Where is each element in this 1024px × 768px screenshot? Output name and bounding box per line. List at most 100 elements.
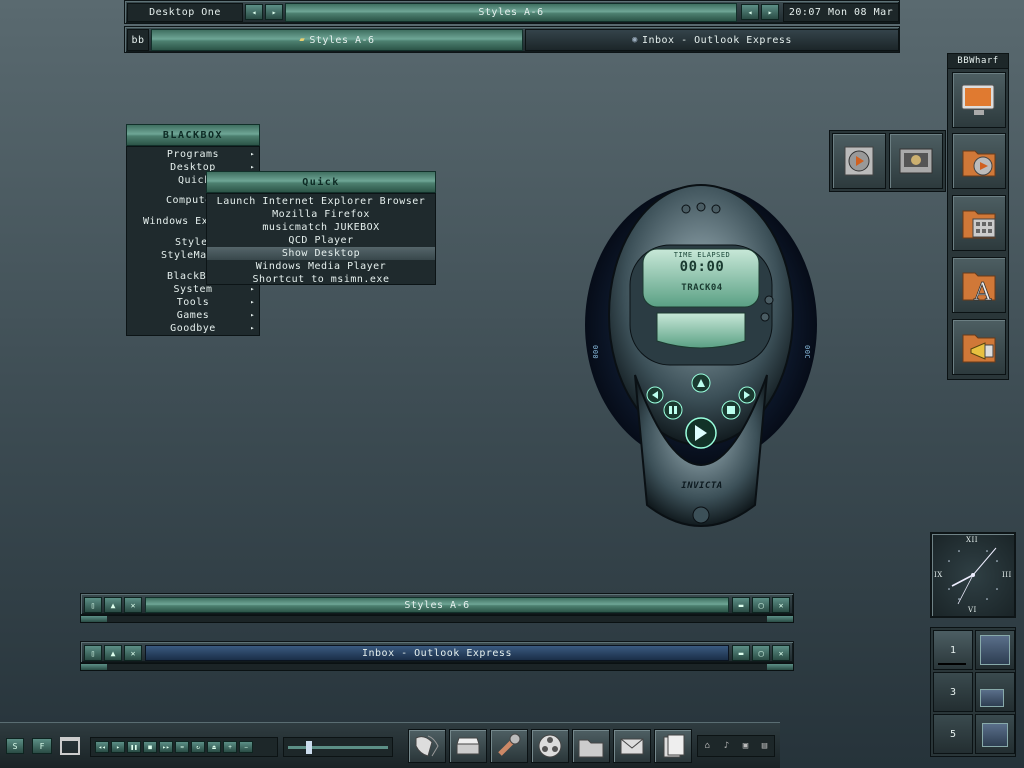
hard-drive-icon (899, 148, 933, 174)
bb-button[interactable]: bb (127, 29, 149, 51)
side-indicator-left: 000 (591, 345, 599, 360)
monitor-icon[interactable]: ▤ (762, 741, 767, 751)
maximize-icon[interactable]: ▢ (752, 597, 770, 613)
pager-window-thumb (938, 663, 966, 665)
display-icon[interactable]: ▣ (743, 741, 748, 751)
pager-desktop-2[interactable] (975, 630, 1015, 670)
shuffle-icon[interactable]: ≈ (175, 741, 189, 753)
resize-grip-right[interactable] (767, 616, 793, 622)
window-outlook: ▯ ▲ ✕ Inbox - Outlook Express ▬ ▢ ✕ (80, 641, 794, 673)
window-titlebar[interactable]: ▯ ▲ ✕ Styles A-6 ▬ ▢ ✕ (80, 593, 794, 615)
submenu-item-msimn[interactable]: Shortcut to msimn.exe (207, 273, 435, 286)
close-x-icon[interactable]: ✕ (124, 645, 142, 661)
window-prev-button[interactable]: ◂ (741, 4, 759, 20)
workspace-prev-button[interactable]: ◂ (245, 4, 263, 20)
wharf-media-button[interactable] (832, 133, 886, 189)
workspace-label[interactable]: Desktop One (127, 3, 243, 22)
outlook-icon: ◉ (632, 35, 638, 45)
close-x-icon[interactable]: ✕ (124, 597, 142, 613)
pager-desktop-3[interactable]: 3 (933, 672, 973, 712)
quicklaunch-media[interactable] (531, 729, 569, 763)
play-icon[interactable]: ▸ (111, 741, 125, 753)
close-icon[interactable]: ✕ (772, 645, 790, 661)
resize-grip-left[interactable] (81, 664, 107, 670)
track-display: TRACK04 (681, 283, 723, 293)
submenu-item-musicmatch[interactable]: musicmatch JUKEBOX (207, 221, 435, 234)
menu-title: BLACKBOX (126, 124, 260, 146)
menu-item-goodbye[interactable]: Goodbye ▸ (127, 322, 259, 335)
submenu-item-show-desktop[interactable]: Show Desktop (207, 247, 435, 260)
wharf-control-panel-button[interactable] (952, 195, 1006, 251)
quicklaunch-tools[interactable] (490, 729, 528, 763)
pager-window-thumb (982, 723, 1008, 747)
pager-desktop-6[interactable] (975, 714, 1015, 754)
shade-icon[interactable]: ▲ (104, 597, 122, 613)
rewind-icon[interactable]: ◂◂ (95, 741, 109, 753)
maximize-icon[interactable]: ▢ (752, 645, 770, 661)
system-button[interactable]: S (6, 738, 24, 754)
task-button-outlook[interactable]: ◉ Inbox - Outlook Express (525, 29, 899, 51)
pager-desktop-5[interactable]: 5 (933, 714, 973, 754)
volume-thumb[interactable] (306, 741, 312, 754)
submenu-item-firefox[interactable]: Mozilla Firefox (207, 208, 435, 221)
wharf-media-folder-button[interactable] (952, 133, 1006, 189)
submenu-item-ie[interactable]: Launch Internet Explorer Browser (207, 195, 435, 208)
submenu-item-wmp[interactable]: Windows Media Player (207, 260, 435, 273)
volume-up-icon[interactable]: + (223, 741, 237, 753)
speaker-icon[interactable]: ♪ (724, 741, 729, 751)
f-button[interactable]: F (32, 738, 52, 754)
quicklaunch-documents[interactable] (654, 729, 692, 763)
pause-icon[interactable]: ❚❚ (127, 741, 141, 753)
workspace-next-button[interactable]: ▸ (265, 4, 283, 20)
submenu-item-qcd[interactable]: QCD Player (207, 234, 435, 247)
eject-icon[interactable]: ⏏ (207, 741, 221, 753)
volume-track (288, 746, 388, 749)
stop-icon[interactable]: ■ (143, 741, 157, 753)
forward-icon[interactable]: ▸▸ (159, 741, 173, 753)
wharf-drive-button[interactable] (889, 133, 943, 189)
media-controls: ◂◂ ▸ ❚❚ ■ ▸▸ ≈ ↻ ⏏ + − (90, 737, 278, 757)
shade-icon[interactable]: ▲ (104, 645, 122, 661)
sticky-icon[interactable]: ▯ (84, 645, 102, 661)
menu-item-games[interactable]: Games ▸ (127, 309, 259, 322)
repeat-icon[interactable]: ↻ (191, 741, 205, 753)
media-icon (844, 146, 874, 176)
pager-desktop-4[interactable] (975, 672, 1015, 712)
network-icon[interactable]: ⌂ (705, 741, 710, 751)
window-icon[interactable] (60, 737, 80, 755)
wharf-fonts-button[interactable]: A (952, 257, 1006, 313)
bottom-bar: S F ◂◂ ▸ ❚❚ ■ ▸▸ ≈ ↻ ⏏ + − ⌂ ♪ ▣ ▤ (0, 722, 780, 768)
clock-numeral-3: III (1002, 571, 1012, 579)
quick-submenu: Quick Launch Internet Explorer Browser M… (206, 171, 436, 285)
task-label: Styles A-6 (309, 34, 375, 46)
volume-down-icon[interactable]: − (239, 741, 253, 753)
window-handle[interactable] (80, 615, 794, 623)
wharf-sounds-button[interactable] (952, 319, 1006, 375)
clock-numeral-6: VI (968, 606, 977, 614)
quicklaunch-folder[interactable] (572, 729, 610, 763)
window-next-button[interactable]: ▸ (761, 4, 779, 20)
resize-grip-right[interactable] (767, 664, 793, 670)
minimize-icon[interactable]: ▬ (732, 645, 750, 661)
menu-item-programs[interactable]: Programs ▸ (127, 148, 259, 161)
hard-drive-icon (456, 737, 480, 755)
documents-icon (663, 734, 685, 758)
quicklaunch-shell[interactable] (408, 729, 446, 763)
wharf-monitor-button[interactable] (952, 72, 1006, 128)
quicklaunch-drive[interactable] (449, 729, 487, 763)
close-icon[interactable]: ✕ (772, 597, 790, 613)
window-titlebar[interactable]: ▯ ▲ ✕ Inbox - Outlook Express ▬ ▢ ✕ (80, 641, 794, 663)
brand-label: INVICTA (681, 481, 723, 491)
pager-desktop-1[interactable]: 1 (933, 630, 973, 670)
resize-grip-left[interactable] (81, 616, 107, 622)
menu-item-tools[interactable]: Tools ▸ (127, 296, 259, 309)
window-handle[interactable] (80, 663, 794, 671)
svg-text:A: A (973, 278, 992, 305)
sounds-folder-icon (962, 334, 996, 363)
quicklaunch-mail[interactable] (613, 729, 651, 763)
volume-slider[interactable] (283, 737, 393, 757)
wharf-label: BBWharf (947, 53, 1009, 69)
minimize-icon[interactable]: ▬ (732, 597, 750, 613)
task-button-styles[interactable]: ▰ Styles A-6 (151, 29, 523, 51)
sticky-icon[interactable]: ▯ (84, 597, 102, 613)
